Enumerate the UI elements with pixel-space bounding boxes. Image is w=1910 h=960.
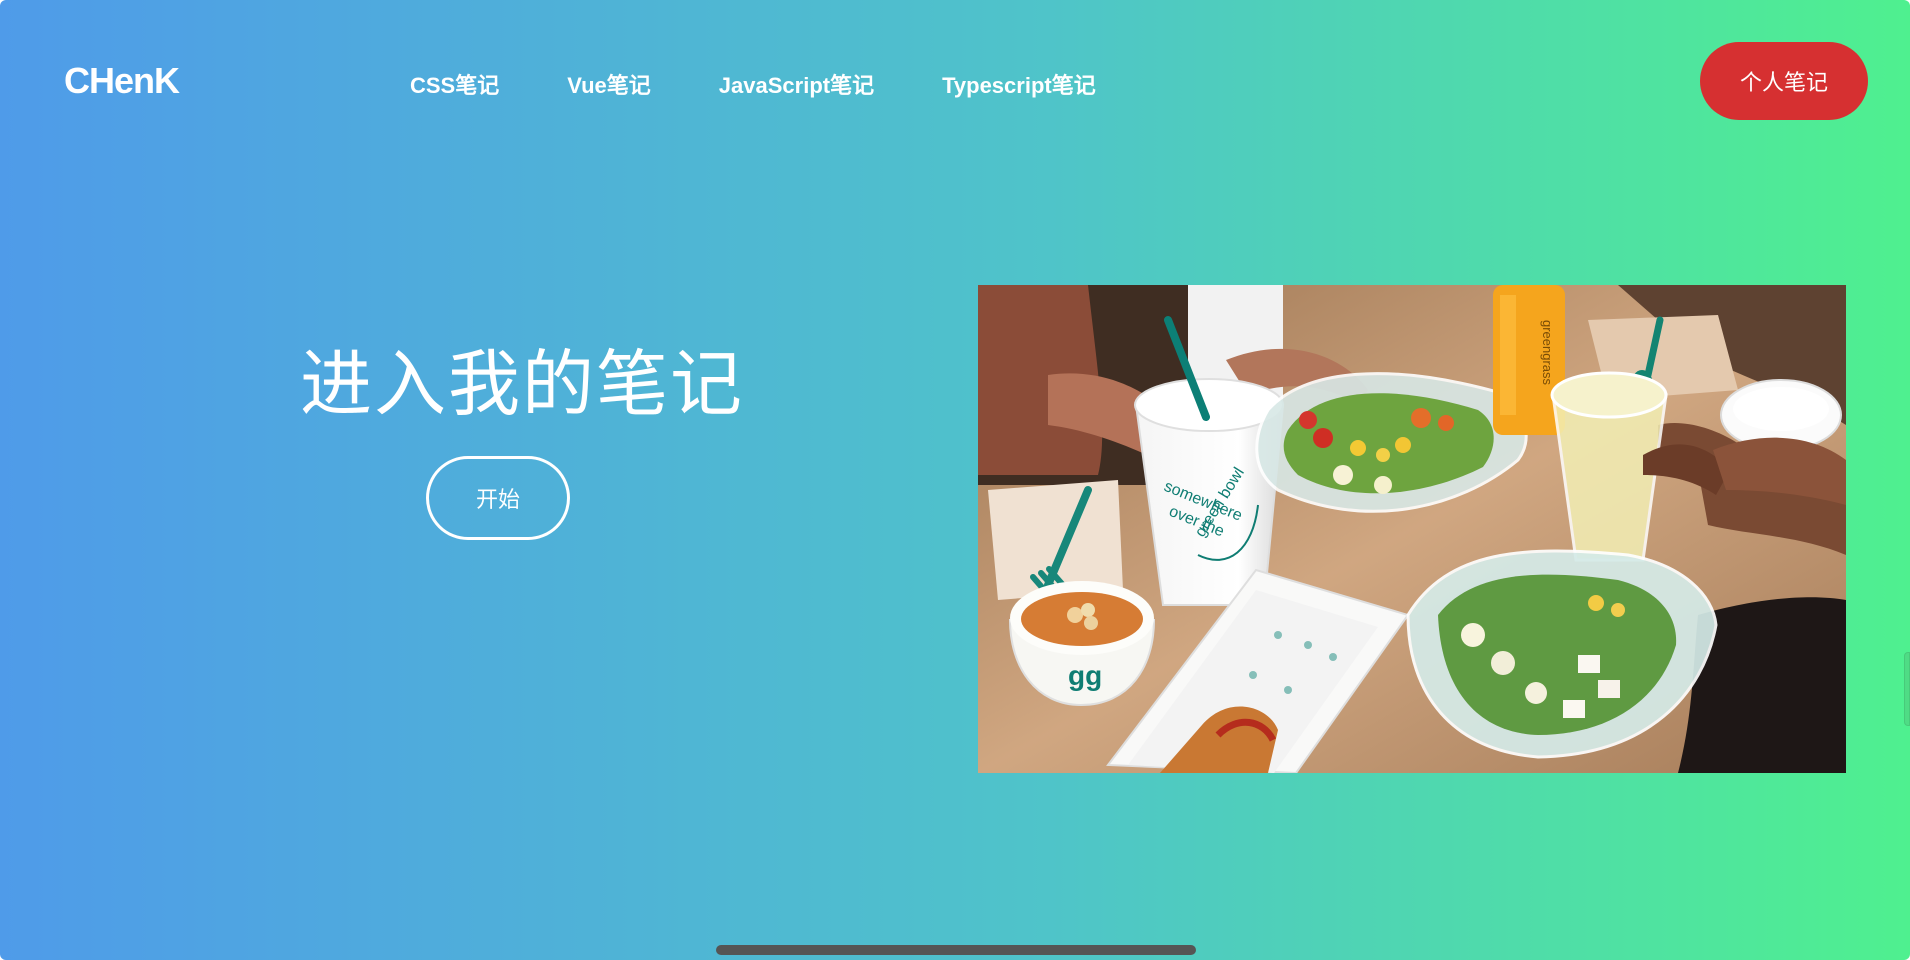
side-handle[interactable] (1904, 652, 1910, 726)
page-frame: CHenK CSS笔记 Vue笔记 JavaScript笔记 Typescrip… (0, 0, 1910, 960)
hero-title: 进入我的笔记 (300, 345, 745, 425)
food-photo-illustration: somewhere over the green bowl gg greengr… (978, 285, 1846, 773)
nav-links: CSS笔记 Vue笔记 JavaScript笔记 Typescript笔记 (410, 68, 1096, 100)
nav-link-javascript[interactable]: JavaScript笔记 (719, 68, 874, 100)
brand-logo[interactable]: CHenK (64, 60, 180, 102)
personal-notes-button[interactable]: 个人笔记 (1700, 42, 1868, 120)
bowl-text: gg (1068, 660, 1102, 691)
nav-link-css[interactable]: CSS笔记 (410, 68, 499, 100)
top-navigation: CHenK CSS笔记 Vue笔记 JavaScript笔记 Typescrip… (0, 0, 1910, 166)
nav-link-vue[interactable]: Vue笔记 (567, 68, 651, 100)
bottle-text: greengrass (1540, 320, 1555, 386)
start-button[interactable]: 开始 (426, 456, 570, 540)
hero-food-image: somewhere over the green bowl gg greengr… (978, 285, 1846, 773)
home-indicator (716, 945, 1196, 955)
nav-link-typescript[interactable]: Typescript笔记 (942, 68, 1096, 100)
